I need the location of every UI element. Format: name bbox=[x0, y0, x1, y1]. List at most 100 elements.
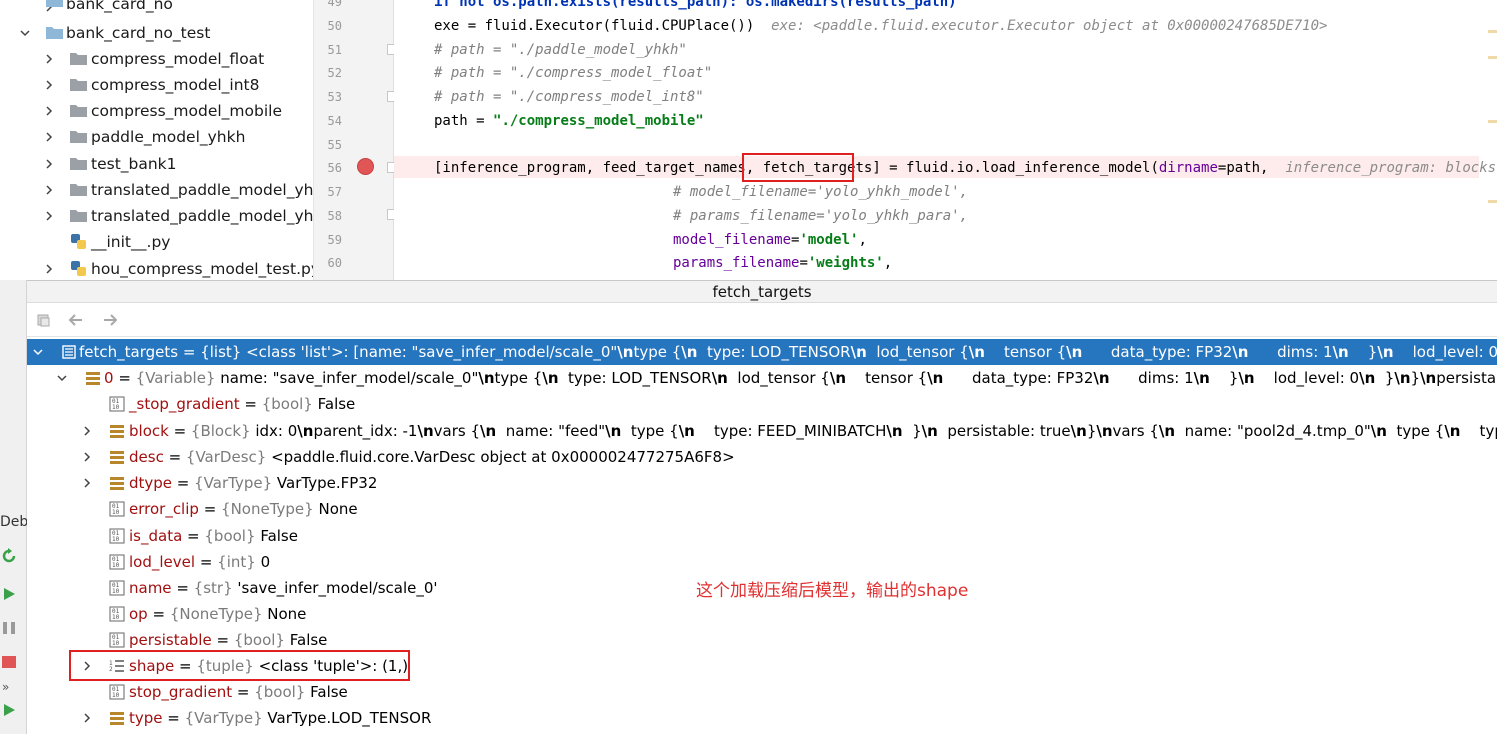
code-line-58: # params_filename='yolo_yhkh_para', bbox=[673, 205, 968, 227]
variable-row-block[interactable]: block = {Block} idx: 0\nparent_idx: -1\n… bbox=[27, 418, 1497, 444]
tree-item-file[interactable]: __init__.py bbox=[0, 229, 313, 255]
chevron-down-icon[interactable] bbox=[31, 345, 45, 359]
chevron-right-icon[interactable] bbox=[80, 711, 94, 725]
tree-item-folder[interactable]: compress_model_mobile bbox=[0, 98, 313, 124]
code-text: ] = fluid.io.load_inference_model( bbox=[872, 160, 1159, 176]
tree-item-folder[interactable]: paddle_model_yhkh bbox=[0, 124, 313, 150]
more-icon[interactable]: » bbox=[2, 680, 9, 694]
line-number: 59 bbox=[327, 233, 342, 247]
variable-name: name bbox=[129, 579, 172, 597]
variable-row-error-clip[interactable]: 01 10 error_clip = {NoneType} None bbox=[27, 496, 1497, 522]
variable-row-stop-gradient[interactable]: 01 10 stop_gradient = {bool} False bbox=[27, 679, 1497, 705]
code-comment: # params_filename='yolo_yhkh_para', bbox=[673, 208, 969, 224]
variable-value: VarType.LOD_TENSOR bbox=[267, 709, 432, 727]
folder-icon bbox=[70, 79, 87, 91]
primitive-icon: 0110 bbox=[109, 606, 125, 622]
variable-name: type bbox=[129, 709, 163, 727]
back-arrow-icon[interactable] bbox=[65, 309, 87, 331]
tree-item-folder[interactable]: bank_card_no_test bbox=[0, 20, 313, 46]
tree-item-folder[interactable]: test_bank1 bbox=[0, 151, 313, 177]
tree-item-file[interactable]: hou_compress_model_test.py bbox=[0, 256, 313, 280]
tree-item-label: translated_paddle_model_yhkh bbox=[91, 181, 314, 199]
pause-icon[interactable] bbox=[1, 620, 17, 636]
variable-name: 0 bbox=[104, 369, 114, 387]
folder-icon bbox=[46, 0, 63, 7]
line-number: 60 bbox=[327, 256, 342, 270]
variable-value: idx: 0\nparent_idx: -1\nvars {\n name: "… bbox=[255, 422, 1497, 440]
variable-type: {bool} bbox=[254, 683, 306, 701]
svg-text:10: 10 bbox=[112, 640, 120, 647]
variable-value: <class 'list'>: [name: "save_infer_model… bbox=[246, 343, 1497, 361]
scroll-marker[interactable] bbox=[1488, 200, 1497, 203]
tree-item-folder[interactable]: translated_paddle_model_yhkh bbox=[0, 203, 313, 229]
variable-row-0[interactable]: 0 = {Variable} name: "save_infer_model/s… bbox=[27, 365, 1497, 391]
code-text: = bbox=[799, 255, 808, 271]
primitive-icon: 0110 bbox=[109, 684, 125, 700]
code-text: [inference_program, feed_target_names, bbox=[434, 160, 763, 176]
run-icon[interactable] bbox=[1, 702, 17, 718]
variable-name: desc bbox=[129, 448, 164, 466]
scroll-marker[interactable] bbox=[1488, 30, 1497, 33]
variable-name: op bbox=[129, 605, 148, 623]
chevron-right-icon[interactable] bbox=[42, 262, 56, 276]
tree-item-label: __init__.py bbox=[91, 233, 171, 251]
chevron-right-icon[interactable] bbox=[42, 183, 56, 197]
variable-name: dtype bbox=[129, 474, 173, 492]
chevron-right-icon[interactable] bbox=[42, 130, 56, 144]
breakpoint-icon[interactable] bbox=[357, 158, 374, 175]
chevron-down-icon[interactable] bbox=[55, 371, 69, 385]
variable-row-op[interactable]: 01 10 op = {NoneType} None bbox=[27, 601, 1497, 627]
variable-row-stop-gradient-private[interactable]: 01 10 _stop_gradient = {bool} False bbox=[27, 391, 1497, 417]
variable-row-is-data[interactable]: 01 10 is_data = {bool} False bbox=[27, 523, 1497, 549]
chevron-right-icon[interactable] bbox=[80, 450, 94, 464]
variable-row-lod-level[interactable]: 01 10 lod_level = {int} 0 bbox=[27, 549, 1497, 575]
rerun-icon[interactable] bbox=[1, 548, 17, 564]
chevron-right-icon[interactable] bbox=[80, 424, 94, 438]
code-text: =path, bbox=[1217, 160, 1269, 176]
code-editor[interactable]: if not os.path.exists(results_path): os.… bbox=[394, 0, 1497, 280]
variable-type: {Variable} bbox=[135, 369, 216, 387]
stop-icon[interactable] bbox=[1, 654, 17, 670]
equals-sign: = bbox=[211, 631, 234, 649]
tree-item-folder[interactable]: bank_card_no bbox=[0, 0, 313, 20]
chevron-right-icon[interactable] bbox=[42, 78, 56, 92]
copy-icon[interactable] bbox=[33, 309, 55, 331]
debug-tab-label[interactable]: Deb bbox=[0, 514, 28, 530]
folder-icon bbox=[70, 158, 87, 170]
resume-icon[interactable] bbox=[1, 586, 17, 602]
chevron-right-icon[interactable] bbox=[42, 209, 56, 223]
chevron-right-icon[interactable] bbox=[80, 476, 94, 490]
editor-gutter: 49 50 51 52 53 54 55 56 57 58 59 60 bbox=[314, 0, 398, 280]
chevron-right-icon[interactable] bbox=[42, 157, 56, 171]
variable-row-desc[interactable]: desc = {VarDesc} <paddle.fluid.core.VarD… bbox=[27, 444, 1497, 470]
variable-popup: fetch_targets fetch_targets = {list} <cl… bbox=[27, 280, 1497, 734]
inline-debug-hint: inference_program: blocks {\n bbox=[1285, 160, 1497, 176]
chevron-right-icon[interactable] bbox=[42, 52, 56, 66]
tree-item-folder[interactable]: compress_model_float bbox=[0, 46, 313, 72]
scroll-marker[interactable] bbox=[1488, 56, 1497, 59]
variable-row-dtype[interactable]: dtype = {VarType} VarType.FP32 bbox=[27, 470, 1497, 496]
chevron-right-icon[interactable] bbox=[42, 104, 56, 118]
code-line-49: if not os.path.exists(results_path): os.… bbox=[434, 0, 957, 13]
folder-icon bbox=[70, 131, 87, 143]
object-icon bbox=[110, 451, 124, 464]
folder-icon bbox=[70, 53, 87, 65]
code-param: params_filename bbox=[673, 255, 800, 271]
scroll-marker[interactable] bbox=[1488, 120, 1497, 123]
code-line-53: # path = "./compress_model_int8" bbox=[434, 86, 704, 108]
variable-name: persistable bbox=[129, 631, 212, 649]
chevron-down-icon[interactable] bbox=[18, 26, 32, 40]
code-line-50: exe = fluid.Executor(fluid.CPUPlace()) e… bbox=[434, 15, 1327, 37]
variable-row-fetch-targets[interactable]: fetch_targets = {list} <class 'list'>: [… bbox=[27, 339, 1497, 365]
forward-arrow-icon[interactable] bbox=[99, 309, 121, 331]
tree-item-label: bank_card_no bbox=[66, 0, 173, 13]
tree-item-folder[interactable]: translated_paddle_model_yhkh bbox=[0, 177, 314, 203]
code-text: exe = fluid.Executor(fluid.CPUPlace()) bbox=[434, 18, 755, 34]
variable-row-type[interactable]: type = {VarType} VarType.LOD_TENSOR bbox=[27, 705, 1497, 731]
equals-sign: = bbox=[168, 422, 191, 440]
variable-type: {list} bbox=[200, 343, 242, 361]
equals-sign: = bbox=[178, 343, 201, 361]
annotation-note: 这个加载压缩后模型，输出的shape bbox=[696, 581, 969, 601]
tree-item-folder[interactable]: compress_model_int8 bbox=[0, 72, 313, 98]
tree-item-label: test_bank1 bbox=[91, 155, 177, 173]
